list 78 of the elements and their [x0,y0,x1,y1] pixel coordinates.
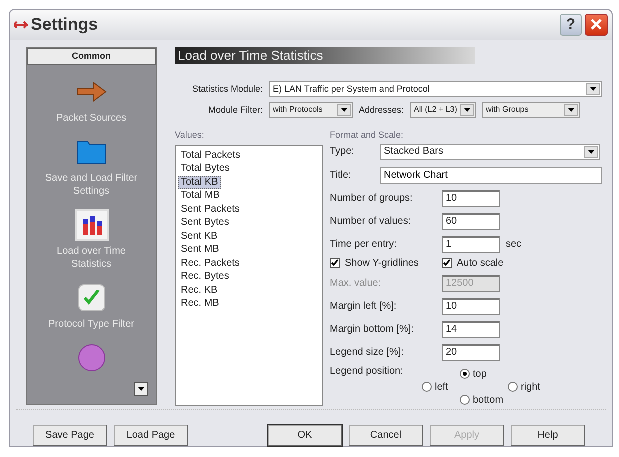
folder-icon [76,138,106,165]
field-label: Module Filter: [207,104,263,115]
type-dropdown[interactable]: Stacked Bars [380,144,600,160]
caret-icon [588,150,594,154]
list-item[interactable]: Rec. Bytes [178,270,232,284]
group-title: Format and Scale: [330,130,405,140]
statistics-module-dropdown[interactable]: E) LAN Traffic per System and Protocol [269,80,602,97]
field-label: Addresses: [359,104,404,115]
list-item[interactable]: Rec. Packets [178,256,243,270]
radio-button[interactable] [460,369,470,380]
checkbox-label: Auto scale [457,258,504,269]
input-field[interactable]: 14 [442,320,500,338]
bar-chart-icon [80,214,102,235]
checkbox-label: Show Y-gridlines [345,258,419,269]
list-item[interactable]: Total Bytes [178,162,233,176]
radio-dot-icon [463,372,467,376]
field-label: Margin left [%]: [330,300,398,312]
field-label: Type: [330,146,356,158]
list-item[interactable]: Rec. MB [178,297,222,311]
dialog-button[interactable]: Cancel [349,425,423,446]
input-field[interactable]: 1 [442,236,500,253]
addresses-dropdown[interactable]: All (L2 + L3) [410,102,476,118]
page-button[interactable]: Load Page [114,425,188,446]
selected-item-frame[interactable] [74,208,108,241]
radio-label: bottom [473,394,504,406]
checkbox[interactable] [442,258,452,268]
caret-icon [590,86,596,91]
scroll-down-button[interactable] [134,382,148,396]
panel-title: Load over Time Statistics [175,46,475,64]
dialog-button[interactable]: OK [268,425,342,446]
field-label: Number of values: [330,216,412,227]
unit-label: sec [506,238,522,250]
field-label: Title: [330,170,352,181]
radio-label: top [473,368,487,380]
app-icon [14,20,28,30]
close-button[interactable] [585,14,608,36]
close-icon [590,18,603,32]
caret-icon [138,386,144,391]
group-title: Values: [175,130,204,140]
checkmark-icon [78,284,106,312]
list-item[interactable]: Total Packets [178,148,244,162]
sphere-icon [78,344,106,372]
field-label: Margin bottom [%]: [330,324,415,335]
title-field[interactable]: Network Chart [380,166,602,184]
page-button[interactable]: Save Page [33,425,107,446]
arrow-icon [76,80,108,103]
field-label: Number of groups: [330,192,414,204]
field-label: Legend position: [330,366,404,377]
list-item[interactable]: Total KB [178,176,222,190]
radio-label: left [435,382,448,393]
sidebar-header[interactable]: Common [27,48,156,65]
input-field[interactable]: 10 [442,298,500,315]
grouping-dropdown[interactable]: with Groups [482,102,580,118]
field-label: Statistics Module: [191,84,263,94]
input-field[interactable]: 60 [442,212,500,230]
field-label: Legend size [%]: [330,346,405,358]
list-item[interactable]: Sent Bytes [178,216,232,230]
list-item[interactable]: Sent KB [178,230,221,244]
radio-button[interactable] [508,382,518,392]
list-item[interactable]: Rec. KB [178,284,221,298]
list-item[interactable]: Sent Packets [178,202,243,216]
module-filter-dropdown[interactable]: with Protocols [269,102,353,118]
caret-icon [568,108,575,112]
list-item[interactable]: Sent MB [178,243,222,257]
caret-icon [464,108,471,112]
list-item[interactable]: Total MB [178,189,223,203]
field-label: Time per entry: [330,238,398,250]
input-field[interactable]: 20 [442,344,500,361]
input-field[interactable]: 10 [442,190,500,207]
help-button[interactable]: ? [560,14,582,36]
radio-label: right [521,382,540,393]
checkbox[interactable] [330,258,340,268]
field-label: Max. value: [330,278,382,289]
radio-button[interactable] [422,382,432,392]
dialog-button[interactable]: Help [511,425,585,446]
radio-button[interactable] [460,395,470,406]
window-title: Settings [31,14,100,35]
caret-icon [340,108,348,112]
